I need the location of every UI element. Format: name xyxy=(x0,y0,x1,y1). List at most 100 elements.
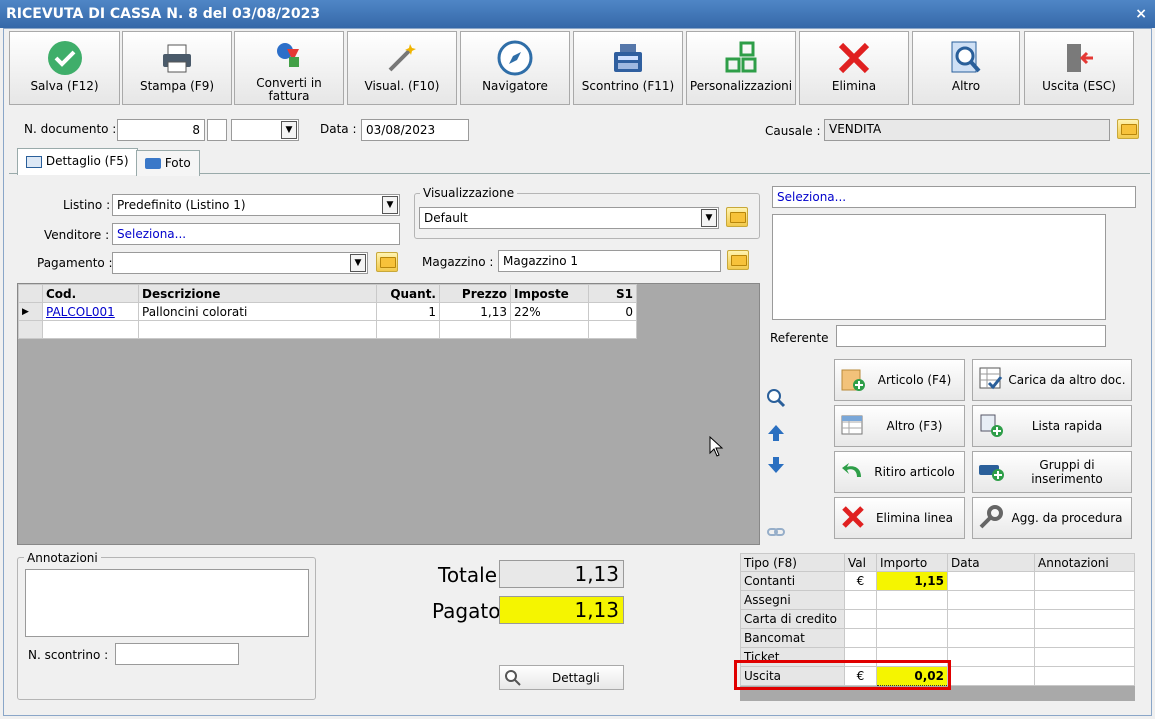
pay-annotazioni[interactable] xyxy=(1034,571,1135,591)
pay-importo[interactable] xyxy=(876,628,948,648)
col-data[interactable]: Data xyxy=(947,553,1035,572)
customize-button[interactable]: Personalizzazioni xyxy=(686,31,796,105)
ndoc-suffix-field[interactable] xyxy=(207,119,227,141)
col-descrizione[interactable]: Descrizione xyxy=(138,284,377,303)
items-grid[interactable]: Cod. Descrizione Quant. Prezzo Imposte S… xyxy=(17,283,760,545)
print-button[interactable]: Stampa (F9) xyxy=(122,31,232,105)
pay-val[interactable] xyxy=(844,628,877,648)
seleziona-field[interactable]: Seleziona... xyxy=(772,186,1136,208)
visual-button[interactable]: Visual. (F10) xyxy=(347,31,457,105)
table-row[interactable]: Contanti € 1,15 xyxy=(740,571,1135,591)
pay-data[interactable] xyxy=(947,609,1035,629)
item-quant[interactable]: 1 xyxy=(376,302,440,321)
table-row[interactable]: ▶ PALCOL001 Palloncini colorati 1 1,13 2… xyxy=(18,302,637,321)
pay-tipo[interactable]: Carta di credito xyxy=(740,609,845,629)
save-button[interactable]: Salva (F12) xyxy=(9,31,120,105)
col-prezzo[interactable]: Prezzo xyxy=(439,284,511,303)
pay-importo[interactable] xyxy=(876,609,948,629)
col-quant[interactable]: Quant. xyxy=(376,284,440,303)
exit-button[interactable]: Uscita (ESC) xyxy=(1024,31,1134,105)
tab-dettaglio[interactable]: Dettaglio (F5) xyxy=(17,148,138,175)
pay-val[interactable]: € xyxy=(844,571,877,591)
articolo-button[interactable]: Articolo (F4) xyxy=(834,359,965,401)
visualizzazione-select[interactable]: Default ▼ xyxy=(419,207,719,229)
lista-rapida-button[interactable]: Lista rapida xyxy=(972,405,1132,447)
item-imposte[interactable]: 22% xyxy=(510,302,589,321)
pay-val[interactable] xyxy=(844,609,877,629)
table-row[interactable]: Carta di credito xyxy=(740,609,1135,629)
gruppi-inserimento-button[interactable]: Gruppi di inserimento xyxy=(972,451,1132,493)
col-tipo[interactable]: Tipo (F8) xyxy=(740,553,845,572)
empty-cell[interactable] xyxy=(439,320,511,339)
col-annotazioni[interactable]: Annotazioni xyxy=(1034,553,1135,572)
pay-tipo[interactable]: Contanti xyxy=(740,571,845,591)
col-s1[interactable]: S1 xyxy=(588,284,637,303)
pay-annotazioni[interactable] xyxy=(1034,609,1135,629)
pay-data[interactable] xyxy=(947,590,1035,610)
zoom-icon[interactable] xyxy=(765,387,787,409)
pay-data[interactable] xyxy=(947,666,1035,686)
pay-annotazioni[interactable] xyxy=(1034,590,1135,610)
item-prezzo[interactable]: 1,13 xyxy=(439,302,511,321)
pagamento-folder-icon[interactable] xyxy=(376,252,398,272)
pay-annotazioni[interactable] xyxy=(1034,666,1135,686)
item-descrizione[interactable]: Palloncini colorati xyxy=(138,302,377,321)
other-button[interactable]: Altro xyxy=(912,31,1020,105)
empty-cell[interactable] xyxy=(376,320,440,339)
pay-data[interactable] xyxy=(947,628,1035,648)
empty-cell[interactable] xyxy=(510,320,589,339)
referente-field[interactable] xyxy=(836,325,1106,347)
address-box[interactable] xyxy=(772,214,1106,320)
pay-annotazioni[interactable] xyxy=(1034,628,1135,648)
ndoc-field[interactable]: 8 xyxy=(117,119,205,141)
col-imposte[interactable]: Imposte xyxy=(510,284,589,303)
item-s1[interactable]: 0 xyxy=(588,302,637,321)
empty-cell[interactable] xyxy=(138,320,377,339)
dettagli-button[interactable]: Dettagli xyxy=(499,665,624,690)
arrow-up-icon[interactable] xyxy=(765,422,787,444)
listino-select[interactable]: Predefinito (Listino 1) ▼ xyxy=(112,194,400,216)
pay-importo[interactable] xyxy=(876,590,948,610)
elimina-linea-button[interactable]: Elimina linea xyxy=(834,497,965,539)
pay-tipo[interactable]: Bancomat xyxy=(740,628,845,648)
navigator-button[interactable]: Navigatore xyxy=(460,31,570,105)
col-val[interactable]: Val xyxy=(844,553,877,572)
scontrino-field[interactable] xyxy=(115,643,239,665)
table-row[interactable]: Assegni xyxy=(740,590,1135,610)
magazzino-folder-icon[interactable] xyxy=(727,250,749,270)
carica-altro-doc-button[interactable]: Carica da altro doc. xyxy=(972,359,1132,401)
col-importo[interactable]: Importo xyxy=(876,553,948,572)
delete-button[interactable]: Elimina xyxy=(799,31,909,105)
pay-data[interactable] xyxy=(947,647,1035,667)
venditore-field[interactable]: Seleziona... xyxy=(112,223,400,245)
item-cod-link[interactable]: PALCOL001 xyxy=(42,302,139,321)
receipt-button[interactable]: Scontrino (F11) xyxy=(573,31,683,105)
col-cod[interactable]: Cod. xyxy=(42,284,139,303)
pay-val[interactable] xyxy=(844,590,877,610)
convert-invoice-button[interactable]: Converti in fattura xyxy=(234,31,344,105)
date-field[interactable]: 03/08/2023 xyxy=(361,119,469,141)
magazzino-field[interactable]: Magazzino 1 xyxy=(498,250,721,272)
tab-foto[interactable]: Foto xyxy=(136,150,200,176)
agg-procedura-button[interactable]: Agg. da procedura xyxy=(972,497,1132,539)
link-icon[interactable] xyxy=(765,521,787,543)
ritiro-articolo-button[interactable]: Ritiro articolo xyxy=(834,451,965,493)
pay-tipo[interactable]: Assegni xyxy=(740,590,845,610)
arrow-down-icon[interactable] xyxy=(765,454,787,476)
table-row[interactable]: Bancomat xyxy=(740,628,1135,648)
close-icon[interactable]: × xyxy=(1135,0,1147,28)
table-row-new[interactable] xyxy=(18,320,637,339)
ndoc-series-select[interactable]: ▼ xyxy=(231,119,299,141)
causale-folder-icon[interactable] xyxy=(1117,119,1139,139)
annotazioni-textarea[interactable] xyxy=(25,569,309,637)
totale-label: Totale xyxy=(438,563,498,587)
empty-cell[interactable] xyxy=(588,320,637,339)
altro-f3-button[interactable]: Altro (F3) xyxy=(834,405,965,447)
pay-annotazioni[interactable] xyxy=(1034,647,1135,667)
pay-data[interactable] xyxy=(947,571,1035,591)
pagamento-select[interactable]: ▼ xyxy=(112,252,368,274)
pay-importo[interactable]: 1,15 xyxy=(876,571,948,591)
causale-field[interactable]: VENDITA xyxy=(824,119,1110,141)
visualizzazione-folder-icon[interactable] xyxy=(726,207,748,227)
empty-cell[interactable] xyxy=(42,320,139,339)
